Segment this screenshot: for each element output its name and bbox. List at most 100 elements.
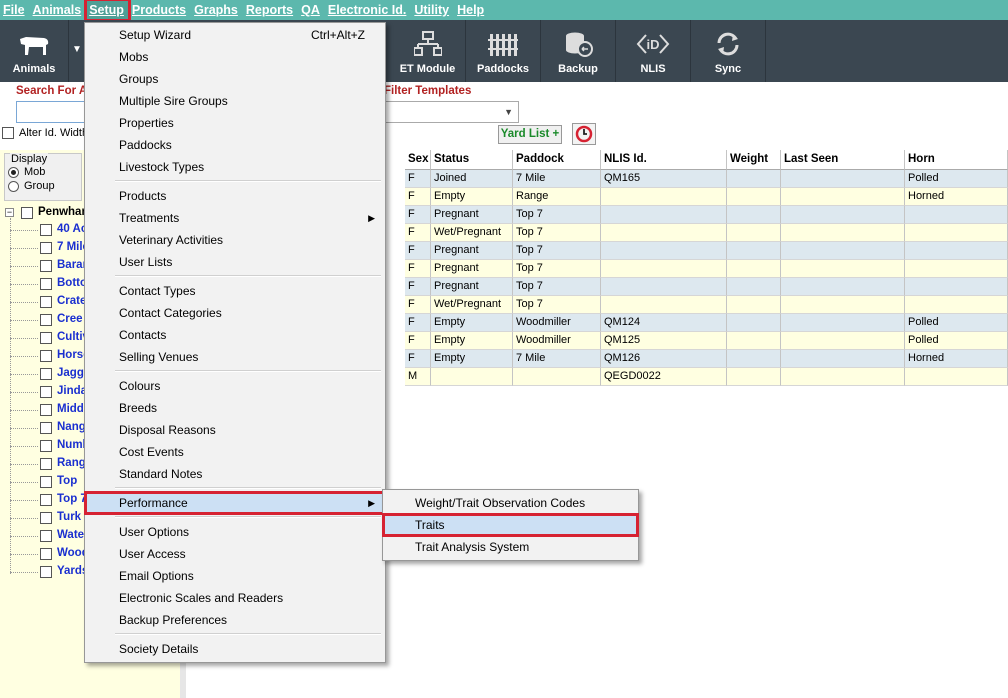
- tree-item-checkbox[interactable]: [40, 512, 52, 524]
- tree-item-label[interactable]: Wood: [57, 547, 85, 559]
- menu-item-veterinary-activities[interactable]: Veterinary Activities: [85, 229, 385, 251]
- menu-reports[interactable]: Reports: [243, 0, 298, 20]
- menu-item-society-details[interactable]: Society Details: [85, 638, 385, 660]
- mob-radio[interactable]: [8, 167, 19, 178]
- submenu-item-weight-trait-observation-codes[interactable]: Weight/Trait Observation Codes: [383, 492, 638, 514]
- menu-item-groups[interactable]: Groups: [85, 68, 385, 90]
- tree-item-checkbox[interactable]: [40, 224, 52, 236]
- sync-button[interactable]: Sync: [691, 20, 766, 82]
- tree-item-label[interactable]: Botto: [57, 277, 85, 289]
- tree-item-checkbox[interactable]: [40, 494, 52, 506]
- table-row[interactable]: F Empty Woodmiller QM125 Polled: [405, 332, 1008, 350]
- menu-item-user-options[interactable]: User Options: [85, 521, 385, 543]
- table-row[interactable]: F Pregnant Top 7: [405, 206, 1008, 224]
- menu-electronic-id[interactable]: Electronic Id.: [325, 0, 412, 20]
- menu-item-contact-types[interactable]: Contact Types: [85, 280, 385, 302]
- table-row[interactable]: F Pregnant Top 7: [405, 242, 1008, 260]
- menu-item-contact-categories[interactable]: Contact Categories: [85, 302, 385, 324]
- menu-item-disposal-reasons[interactable]: Disposal Reasons: [85, 419, 385, 441]
- tree-root-label[interactable]: Penwhar: [38, 206, 86, 218]
- tree-item-checkbox[interactable]: [40, 278, 52, 290]
- alter-id-width-checkbox[interactable]: [2, 127, 14, 139]
- menu-item-properties[interactable]: Properties: [85, 112, 385, 134]
- menu-setup[interactable]: Setup: [84, 0, 131, 22]
- tree-item-label[interactable]: Turk: [57, 511, 85, 523]
- menu-item-multiple-sire-groups[interactable]: Multiple Sire Groups: [85, 90, 385, 112]
- tree-item-label[interactable]: Wate: [57, 529, 85, 541]
- tree-item-checkbox[interactable]: [40, 530, 52, 542]
- table-row[interactable]: M QEGD0022: [405, 368, 1008, 386]
- menu-item-treatments[interactable]: Treatments ▶: [85, 207, 385, 229]
- group-radio[interactable]: [8, 181, 19, 192]
- tree-item-label[interactable]: Horse: [57, 349, 85, 361]
- tree-item-label[interactable]: 7 Mile: [57, 241, 85, 253]
- column-header[interactable]: NLIS Id.: [601, 150, 727, 170]
- tree-item-label[interactable]: Jinda: [57, 385, 85, 397]
- tree-item-checkbox[interactable]: [40, 332, 52, 344]
- search-input[interactable]: [16, 101, 86, 123]
- tree-item-checkbox[interactable]: [40, 314, 52, 326]
- tree-item-label[interactable]: 40 Ac: [57, 223, 85, 235]
- paddocks-button[interactable]: Paddocks: [466, 20, 541, 82]
- submenu-item-trait-analysis-system[interactable]: Trait Analysis System: [383, 536, 638, 558]
- menu-item-selling-venues[interactable]: Selling Venues: [85, 346, 385, 368]
- menu-qa[interactable]: QA: [298, 0, 325, 20]
- tree-item-checkbox[interactable]: [40, 368, 52, 380]
- menu-products[interactable]: Products: [129, 0, 191, 20]
- column-header[interactable]: Sex: [405, 150, 431, 170]
- tree-item-checkbox[interactable]: [40, 242, 52, 254]
- tree-item-checkbox[interactable]: [40, 386, 52, 398]
- menu-item-products[interactable]: Products: [85, 185, 385, 207]
- menu-graphs[interactable]: Graphs: [191, 0, 243, 20]
- column-header[interactable]: Horn: [905, 150, 1008, 170]
- table-row[interactable]: F Empty Woodmiller QM124 Polled: [405, 314, 1008, 332]
- table-row[interactable]: F Wet/Pregnant Top 7: [405, 224, 1008, 242]
- tree-item-checkbox[interactable]: [40, 260, 52, 272]
- table-row[interactable]: F Joined 7 Mile QM165 Polled: [405, 170, 1008, 188]
- tree-item-checkbox[interactable]: [40, 296, 52, 308]
- tree-item-label[interactable]: Jagg: [57, 367, 85, 379]
- menu-animals[interactable]: Animals: [30, 0, 87, 20]
- menu-item-setup-wizard[interactable]: Setup Wizard Ctrl+Alt+Z: [85, 24, 385, 46]
- tree-item-label[interactable]: Rang: [57, 457, 85, 469]
- menu-item-mobs[interactable]: Mobs: [85, 46, 385, 68]
- tree-item-label[interactable]: Cultiv: [57, 331, 85, 343]
- tree-item-label[interactable]: Top: [57, 475, 85, 487]
- tree-item-label[interactable]: Numb: [57, 439, 85, 451]
- nlis-button[interactable]: iD NLIS: [616, 20, 691, 82]
- tree-item-checkbox[interactable]: [40, 404, 52, 416]
- menu-item-backup-preferences[interactable]: Backup Preferences: [85, 609, 385, 631]
- tree-item-label[interactable]: Baran: [57, 259, 85, 271]
- menu-item-user-access[interactable]: User Access: [85, 543, 385, 565]
- menu-item-cost-events[interactable]: Cost Events: [85, 441, 385, 463]
- submenu-item-traits[interactable]: Traits: [382, 513, 639, 537]
- column-header[interactable]: Status: [431, 150, 513, 170]
- timer-button[interactable]: [572, 123, 596, 145]
- table-row[interactable]: F Pregnant Top 7: [405, 260, 1008, 278]
- yard-list-button[interactable]: Yard List +: [498, 125, 562, 144]
- animals-dropdown[interactable]: ▼: [69, 20, 85, 82]
- menu-item-email-options[interactable]: Email Options: [85, 565, 385, 587]
- menu-file[interactable]: File: [0, 0, 30, 20]
- tree-collapse-toggle[interactable]: −: [5, 208, 14, 217]
- menu-item-colours[interactable]: Colours: [85, 375, 385, 397]
- table-row[interactable]: F Pregnant Top 7: [405, 278, 1008, 296]
- tree-item-checkbox[interactable]: [40, 440, 52, 452]
- menu-item-electronic-scales-and-readers[interactable]: Electronic Scales and Readers: [85, 587, 385, 609]
- tree-item-checkbox[interactable]: [40, 548, 52, 560]
- menu-item-contacts[interactable]: Contacts: [85, 324, 385, 346]
- animals-button[interactable]: Animals: [0, 20, 69, 82]
- column-header[interactable]: Paddock: [513, 150, 601, 170]
- menu-item-performance[interactable]: Performance ▶: [84, 491, 386, 515]
- tree-item-checkbox[interactable]: [40, 566, 52, 578]
- tree-item-checkbox[interactable]: [40, 458, 52, 470]
- filter-templates-select[interactable]: ▼: [384, 101, 519, 123]
- menu-help[interactable]: Help: [454, 0, 489, 20]
- menu-item-livestock-types[interactable]: Livestock Types: [85, 156, 385, 178]
- menu-item-user-lists[interactable]: User Lists: [85, 251, 385, 273]
- tree-item-label[interactable]: Crate: [57, 295, 85, 307]
- et-module-button[interactable]: ET Module: [390, 20, 466, 82]
- column-header[interactable]: Last Seen: [781, 150, 905, 170]
- tree-item-label[interactable]: Midd: [57, 403, 85, 415]
- tree-item-label[interactable]: Nang: [57, 421, 85, 433]
